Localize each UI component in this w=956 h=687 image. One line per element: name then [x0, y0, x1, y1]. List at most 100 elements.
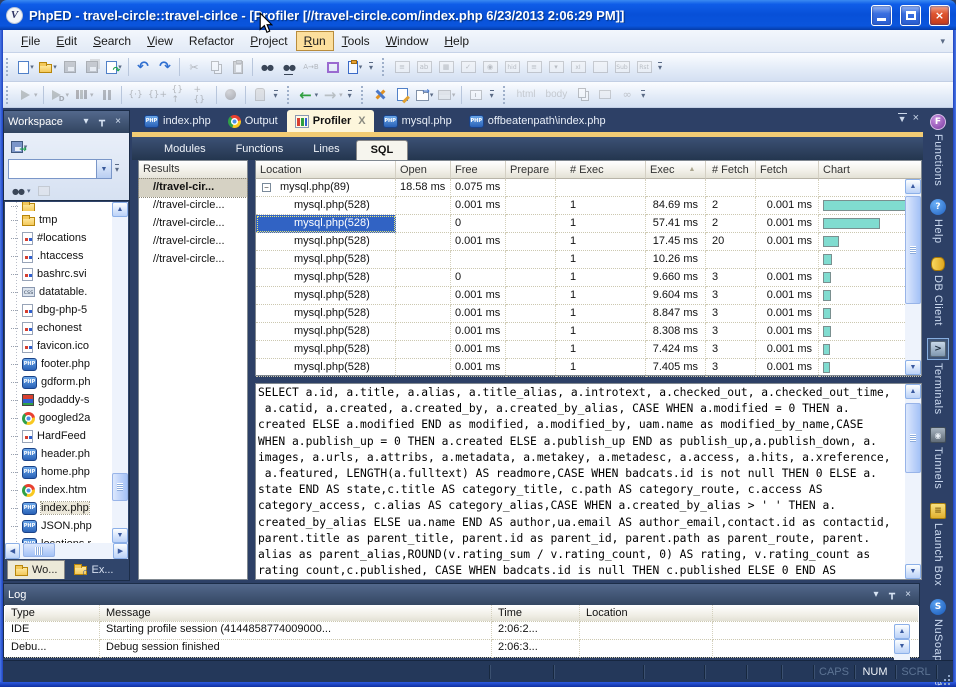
workspace-toolbar-overflow-chevron[interactable]: ▾: [115, 164, 119, 174]
workspace-filter-combobox[interactable]: ▼: [8, 159, 112, 179]
clipboard-button[interactable]: ▾: [344, 57, 366, 78]
menu-file[interactable]: File: [13, 31, 48, 51]
toolbar-overflow-chevron[interactable]: ▾: [658, 62, 662, 72]
result-item[interactable]: //travel-circle...: [139, 215, 247, 233]
tree-item[interactable]: home.php: [5, 463, 113, 481]
scroll-down-icon[interactable]: ▼: [112, 528, 128, 543]
scrollbar-thumb[interactable]: [905, 196, 921, 304]
save-button[interactable]: [59, 57, 81, 78]
resize-grip-icon[interactable]: [937, 664, 953, 680]
sql-statement-text[interactable]: SELECT a.id, a.title, a.alias, a.title_a…: [258, 385, 904, 578]
tree-item[interactable]: godaddy-s: [5, 391, 113, 409]
find-button[interactable]: [256, 57, 278, 78]
form-reset-button[interactable]: [633, 57, 655, 78]
grid-row[interactable]: mysql.php(528)0.001 ms117.45 ms200.001 m…: [256, 233, 921, 251]
tree-item[interactable]: tmp: [5, 211, 113, 229]
undo-button[interactable]: [132, 57, 154, 78]
scroll-left-icon[interactable]: ◀: [5, 543, 20, 559]
column-header-free[interactable]: Free: [451, 161, 506, 179]
tree-item[interactable]: bashrc.svi: [5, 265, 113, 283]
grid-row[interactable]: mysql.php(528)0.001 ms17.405 ms30.001 ms: [256, 359, 921, 377]
scrollbar-thumb[interactable]: [112, 473, 128, 501]
result-item[interactable]: //travel-circle...: [139, 251, 247, 269]
dock-tab-terminals[interactable]: Terminals: [928, 339, 948, 415]
grid-row[interactable]: −mysql.php(89)18.58 ms0.075 ms: [256, 179, 921, 197]
grid-row[interactable]: mysql.php(528)0.001 ms184.69 ms20.001 ms: [256, 197, 921, 215]
grid-row[interactable]: mysql.php(528)0157.41 ms20.001 ms: [256, 215, 921, 233]
tree-item[interactable]: header.ph: [5, 445, 113, 463]
menu-search[interactable]: Search: [85, 31, 139, 51]
tree-item[interactable]: dbg-php-5: [5, 301, 113, 319]
grid-row[interactable]: mysql.php(528)110.26 ms: [256, 251, 921, 269]
log-column-type[interactable]: Type: [5, 605, 100, 622]
results-header[interactable]: Results: [139, 161, 247, 179]
column-header-location[interactable]: Location: [256, 161, 396, 179]
tree-item[interactable]: #locations: [5, 229, 113, 247]
scroll-down-icon[interactable]: ▼: [905, 564, 921, 579]
frames-button[interactable]: [465, 84, 487, 105]
log-dropdown-icon[interactable]: ▾: [869, 588, 883, 602]
dock-tab-launch-box[interactable]: Launch Box: [930, 503, 946, 586]
paste-button[interactable]: [227, 57, 249, 78]
pause-hand-button[interactable]: [249, 84, 271, 105]
subtab-sql[interactable]: SQL: [356, 140, 409, 160]
log-row[interactable]: Debu...Debug session finished2:06:3...: [5, 640, 918, 658]
tab-offbeatenpath-index-php[interactable]: offbeatenpath\index.php: [461, 110, 614, 132]
scroll-up-icon[interactable]: ▲: [112, 202, 128, 217]
edit-page-button[interactable]: [392, 84, 414, 105]
tree-item[interactable]: HardFeed: [5, 427, 113, 445]
close-tab-icon[interactable]: ×: [913, 112, 919, 124]
log-close-icon[interactable]: ×: [901, 588, 915, 602]
workspace-dropdown-icon[interactable]: ▾: [79, 115, 93, 129]
save-all-button[interactable]: [81, 57, 103, 78]
tree-item[interactable]: echonest: [5, 319, 113, 337]
menubar-overflow-chevron[interactable]: ▾: [940, 36, 945, 47]
dock-tab-ex[interactable]: Ex...: [67, 560, 120, 579]
form-document-button[interactable]: [391, 57, 413, 78]
menu-run[interactable]: Run: [296, 31, 334, 51]
subtab-lines[interactable]: Lines: [299, 140, 353, 160]
title-bar[interactable]: V PhpED - travel-circle::travel-cirlce -…: [0, 0, 956, 30]
tree-expander-icon[interactable]: −: [262, 183, 271, 192]
combobox-dropdown-icon[interactable]: ▼: [96, 160, 111, 178]
dropdown-arrow-icon[interactable]: ▾: [27, 187, 31, 195]
form-textfield-button[interactable]: [413, 57, 435, 78]
dropdown-arrow-icon[interactable]: ▾: [452, 91, 456, 99]
scroll-up-icon[interactable]: ▲: [905, 384, 921, 399]
tab-output[interactable]: Output: [220, 110, 286, 132]
column-header-chart[interactable]: Chart: [819, 161, 921, 179]
menu-edit[interactable]: Edit: [48, 31, 85, 51]
dropdown-arrow-icon[interactable]: ▾: [34, 91, 38, 99]
upload-project-button[interactable]: ▾: [8, 137, 30, 158]
replace-button[interactable]: [300, 57, 322, 78]
result-item[interactable]: //travel-cir...: [139, 179, 247, 197]
form-radio-button[interactable]: [479, 57, 501, 78]
breakpoint-new-button[interactable]: [191, 84, 213, 105]
column-header-exec[interactable]: # Exec: [556, 161, 646, 179]
close-button[interactable]: ×: [929, 5, 950, 26]
tree-item[interactable]: [5, 202, 113, 211]
form-listbox-button[interactable]: [523, 57, 545, 78]
find-in-files-button[interactable]: [278, 57, 300, 78]
tree-item[interactable]: googled2a: [5, 409, 113, 427]
column-header-fetch[interactable]: Fetch: [756, 161, 819, 179]
breakpoint-toggle-button[interactable]: [125, 84, 147, 105]
menu-project[interactable]: Project: [242, 31, 295, 51]
scrollbar-thumb[interactable]: [905, 403, 921, 473]
dock-tab-functions[interactable]: Functions: [930, 114, 946, 186]
tree-item[interactable]: gdform.ph: [5, 373, 113, 391]
workspace-close-icon[interactable]: ×: [111, 115, 125, 129]
dropdown-arrow-icon[interactable]: ▾: [90, 91, 94, 99]
workspace-pin-icon[interactable]: ┳: [95, 115, 109, 129]
body-tag-button[interactable]: body: [541, 84, 573, 105]
result-item[interactable]: //travel-circle...: [139, 197, 247, 215]
tab-mysql-php[interactable]: mysql.php: [375, 110, 460, 132]
scrollbar-thumb[interactable]: [23, 543, 55, 557]
profile-button[interactable]: ▾: [71, 84, 96, 105]
copy-button[interactable]: [205, 57, 227, 78]
tab-list-icon[interactable]: ▼: [898, 113, 907, 124]
scroll-up-icon[interactable]: ▲: [894, 624, 910, 639]
grid-row[interactable]: mysql.php(528)0.001 ms18.847 ms30.001 ms: [256, 305, 921, 323]
dock-tab-wo[interactable]: Wo...: [7, 560, 65, 579]
locate-file-button[interactable]: [33, 181, 55, 202]
